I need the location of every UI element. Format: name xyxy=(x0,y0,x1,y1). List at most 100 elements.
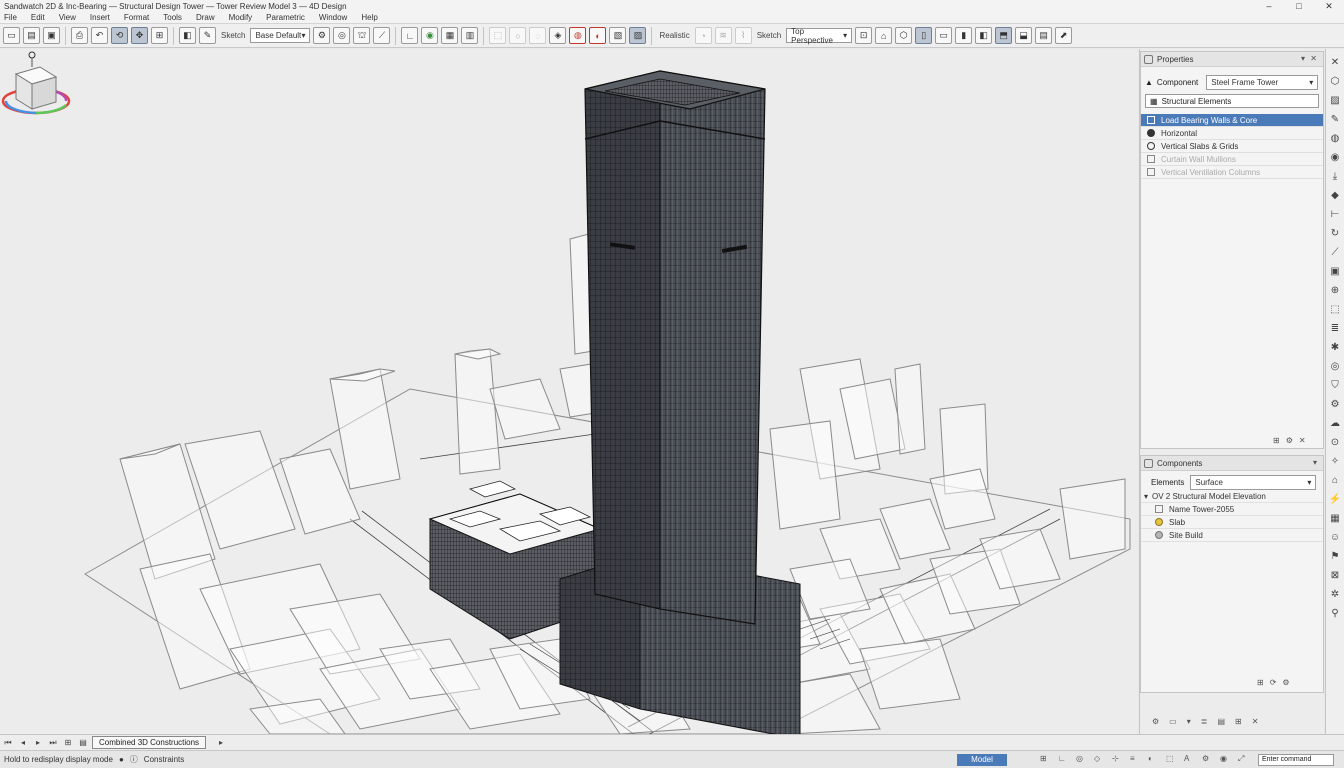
settings-icon[interactable]: ⚙ xyxy=(1286,436,1293,445)
menu-modify[interactable]: Modify xyxy=(229,13,253,22)
fullscreen-icon[interactable]: ⤢ xyxy=(1238,754,1248,764)
layer-dropdown[interactable]: Base Default ▾ xyxy=(250,28,311,43)
osnap-icon[interactable]: ◇ xyxy=(1094,754,1104,764)
ortho-icon[interactable]: ∟ xyxy=(1058,754,1068,764)
rotate-icon[interactable]: ↻ xyxy=(1328,226,1342,240)
open-file-icon[interactable]: ▤ xyxy=(23,27,40,44)
command-input[interactable]: Enter command xyxy=(1258,754,1334,766)
grid-view-icon[interactable]: ⊞ xyxy=(151,27,168,44)
filter-dropdown[interactable]: Surface ▾ xyxy=(1190,474,1317,490)
scene-icon[interactable]: ▧ xyxy=(609,27,627,44)
frame-icon[interactable]: ⬚ xyxy=(1328,302,1342,316)
close-button[interactable]: ✕ xyxy=(1314,0,1344,12)
menu-insert[interactable]: Insert xyxy=(90,13,110,22)
first-tab-icon[interactable]: ⏮ xyxy=(2,737,14,749)
camera-icon[interactable]: ▣ xyxy=(1328,264,1342,278)
settings-icon[interactable]: ⚙ xyxy=(1282,678,1289,687)
globe-icon[interactable]: ◍ xyxy=(1328,131,1342,145)
front-view-icon[interactable]: ▯ xyxy=(915,27,933,44)
tree-row-name[interactable]: Name Tower-2055 xyxy=(1141,503,1323,516)
stack-icon[interactable]: ≣ xyxy=(1328,321,1342,335)
close-icon[interactable]: ✕ xyxy=(1310,54,1317,63)
cog-icon[interactable]: ✲ xyxy=(1328,587,1342,601)
shield-icon[interactable]: ⛉ xyxy=(1328,378,1342,392)
list-item-horizontal[interactable]: Horizontal xyxy=(1141,127,1323,140)
box-icon[interactable]: ▭ xyxy=(1169,717,1177,726)
menu-draw[interactable]: Draw xyxy=(196,13,215,22)
fog-icon[interactable]: ≋ xyxy=(714,27,732,44)
tree-row-site[interactable]: Site Build xyxy=(1141,529,1323,542)
structure-search[interactable]: ▦ Structural Elements xyxy=(1145,94,1319,108)
undo-icon[interactable]: ↶ xyxy=(91,27,108,44)
chevron-down-icon[interactable]: ▾ xyxy=(1187,717,1191,726)
maximize-button[interactable]: □ xyxy=(1284,0,1314,12)
minimize-button[interactable]: – xyxy=(1254,0,1284,12)
shadow-icon[interactable]: ◔ xyxy=(694,27,712,44)
menu-help[interactable]: Help xyxy=(361,13,377,22)
component-dropdown[interactable]: Steel Frame Tower ▾ xyxy=(1206,74,1319,90)
annotation-icon[interactable]: A xyxy=(1184,754,1194,764)
save-icon[interactable]: ▣ xyxy=(43,27,60,44)
zoom-extents-icon[interactable]: ⬚ xyxy=(489,27,507,44)
pipe-icon[interactable]: ⊢ xyxy=(1328,207,1342,221)
menu-parametric[interactable]: Parametric xyxy=(266,13,305,22)
next-tab-icon[interactable]: ▸ xyxy=(32,737,44,749)
expand-icon[interactable]: ⊞ xyxy=(1273,436,1280,445)
flag-icon[interactable]: ⚑ xyxy=(1328,549,1342,563)
camera-icon[interactable]: ⊡ xyxy=(855,27,873,44)
tab-arrow-icon[interactable]: ▸ xyxy=(215,737,227,749)
brush-icon[interactable]: ⟋ xyxy=(1328,245,1342,259)
tree-root[interactable]: ▾ OV 2 Structural Model Elevation xyxy=(1141,490,1323,503)
last-tab-icon[interactable]: ⏭ xyxy=(47,737,59,749)
left-view-icon[interactable]: ◧ xyxy=(975,27,993,44)
world-icon[interactable]: ⊕ xyxy=(1328,283,1342,297)
list-item-ventilation[interactable]: Vertical Ventilation Columns xyxy=(1141,166,1323,179)
pen-icon[interactable]: ✎ xyxy=(1328,112,1342,126)
expand-icon[interactable]: ⊞ xyxy=(1257,678,1264,687)
eye-icon[interactable]: ◎ xyxy=(1328,359,1342,373)
pan-icon[interactable]: ✥ xyxy=(131,27,148,44)
info-icon[interactable]: ⓘ xyxy=(130,754,138,765)
sphere-icon[interactable]: ◉ xyxy=(1328,150,1342,164)
component-icon[interactable]: ▥ xyxy=(461,27,479,44)
material-icon[interactable]: ◍ xyxy=(569,27,587,44)
viewcube-widget[interactable] xyxy=(0,49,72,119)
stack-icon[interactable]: ≣ xyxy=(1201,717,1208,726)
section-icon[interactable]: ∟ xyxy=(401,27,419,44)
light-icon[interactable]: ✱ xyxy=(1328,340,1342,354)
pin-down-icon[interactable]: ⚲ xyxy=(1328,606,1342,620)
map-icon[interactable]: ▦ xyxy=(1328,511,1342,525)
polar-icon[interactable]: ◎ xyxy=(1076,754,1086,764)
transparency-icon[interactable]: ◐ xyxy=(1148,754,1158,764)
lineweight-icon[interactable]: ≡ xyxy=(1130,754,1140,764)
menu-window[interactable]: Window xyxy=(319,13,347,22)
close-icon[interactable]: ✕ xyxy=(1252,717,1259,726)
add-tab-icon[interactable]: ⊞ xyxy=(62,737,74,749)
gear-icon[interactable]: ⚙ xyxy=(1152,717,1159,726)
otrack-icon[interactable]: ⊹ xyxy=(1112,754,1122,764)
new-file-icon[interactable]: ▭ xyxy=(3,27,20,44)
tree-row-slab[interactable]: Slab xyxy=(1141,516,1323,529)
gear-icon[interactable]: ⚙ xyxy=(1328,397,1342,411)
paint-bucket-icon[interactable]: ◧ xyxy=(179,27,196,44)
wand-icon[interactable]: ✧ xyxy=(1328,454,1342,468)
xray-icon[interactable]: ▨ xyxy=(629,27,647,44)
model-viewport[interactable] xyxy=(0,49,1138,734)
house-icon[interactable]: ⌂ xyxy=(1328,473,1342,487)
status-model-badge[interactable]: Model xyxy=(957,754,1007,766)
list-item-vertical-slabs[interactable]: Vertical Slabs & Grids xyxy=(1141,140,1323,153)
edge-icon[interactable]: ⌇ xyxy=(734,27,752,44)
list-item-load-bearing[interactable]: Load Bearing Walls & Core xyxy=(1141,114,1323,127)
orbit-icon[interactable]: ⟲ xyxy=(111,27,128,44)
arrow-icon[interactable]: ⤓ xyxy=(1328,169,1342,183)
cloud-icon[interactable]: ☁ xyxy=(1328,416,1342,430)
expand-icon[interactable]: ⊞ xyxy=(1235,717,1242,726)
chevron-down-icon[interactable]: ▾ xyxy=(1301,54,1305,63)
prev-tab-icon[interactable]: ◂ xyxy=(17,737,29,749)
walk-icon[interactable]: ⛫ xyxy=(353,27,371,44)
print-icon[interactable]: ⎙ xyxy=(71,27,88,44)
layout-icon[interactable]: ▤ xyxy=(77,737,89,749)
chevron-down-icon[interactable]: ▾ xyxy=(1313,458,1317,467)
measure-icon[interactable]: ⟋ xyxy=(373,27,391,44)
layers-icon[interactable]: ▤ xyxy=(1217,717,1225,726)
